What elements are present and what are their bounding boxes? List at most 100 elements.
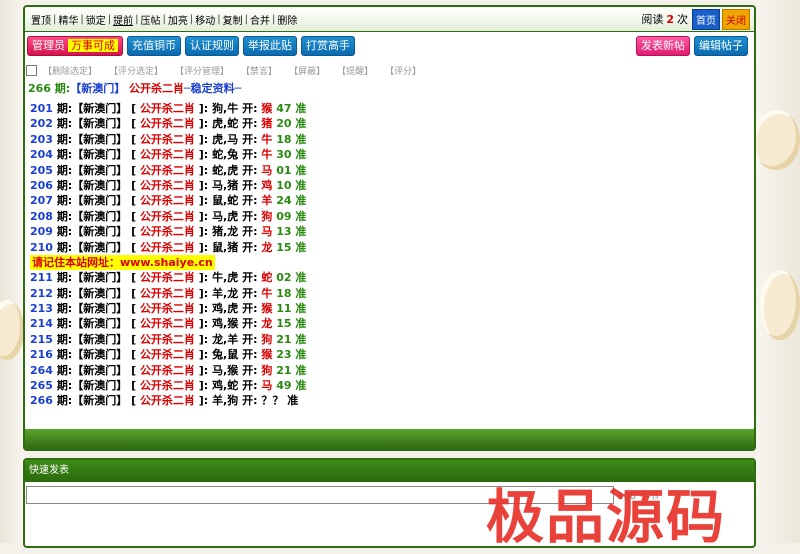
- row-win: 准: [295, 286, 307, 300]
- row-number: 30: [276, 148, 292, 162]
- row-result: 猴: [261, 302, 273, 316]
- row-number: 23: [276, 348, 292, 362]
- row-result: 马: [261, 225, 273, 239]
- row-period: 216: [30, 348, 53, 362]
- row-win: 准: [295, 117, 307, 131]
- row-number: 09: [276, 209, 292, 223]
- row-number: 11: [276, 302, 292, 316]
- row-result: 牛: [261, 286, 273, 300]
- row-number: 13: [276, 225, 292, 239]
- tool-copy[interactable]: 复制: [221, 12, 245, 27]
- row-result: 牛: [261, 148, 273, 162]
- tool-move[interactable]: 移动: [193, 12, 217, 27]
- view-counter: 阅读 2 次 首页 关闭: [641, 8, 750, 30]
- row-unit: 期:: [56, 163, 73, 177]
- row-win: 准: [295, 225, 307, 239]
- prediction-row: 212 期:【新澳门】 [ 公开杀二肖 ]: 羊,龙 开: 牛 18 准: [30, 286, 307, 300]
- row-open: 开:: [242, 363, 258, 377]
- prediction-list: 201 期:【新澳门】 [ 公开杀二肖 ]: 狗,牛 开: 猴 47 准 202 …: [25, 98, 754, 409]
- new-post-button[interactable]: 发表新帖: [636, 36, 690, 56]
- row-label: 公开杀二肖: [139, 348, 195, 362]
- prediction-row: 216 期:【新澳门】 [ 公开杀二肖 ]: 兔,鼠 开: 猴 23 准: [30, 348, 307, 362]
- row-number: 24: [276, 194, 292, 208]
- tool-lock[interactable]: 锁定: [84, 12, 108, 27]
- recharge-button[interactable]: 充值铜币: [127, 36, 181, 56]
- watermark-logo: 极品源码: [486, 483, 727, 551]
- mod-tools: 【删除选定】 【评分选定】 【评分管理】 【禁言】 【屏蔽】 【提醒】 【评分】: [25, 56, 754, 78]
- mod-remind[interactable]: 【提醒】: [337, 64, 373, 77]
- tool-merge[interactable]: 合并: [248, 12, 272, 27]
- action-bar: 管理员 万事可成 充值铜币 认证规则 举报此贴 打赏高手 发表新帖 编辑帖子: [25, 32, 754, 56]
- tool-sink[interactable]: 压帖: [139, 12, 163, 27]
- row-open: 开:: [242, 348, 258, 362]
- tool-bump[interactable]: 提前: [111, 12, 135, 27]
- row-open: 开:: [242, 148, 258, 162]
- row-unit: 期:: [56, 102, 73, 115]
- select-checkbox[interactable]: [26, 64, 37, 76]
- mod-rate-selected[interactable]: 【评分选定】: [109, 64, 163, 77]
- post-panel: 置顶 | 精华 | 锁定 | 提前 | 压帖 | 加亮 | 移动 | 复制 | 合并 | 删除 阅…: [23, 5, 756, 451]
- row-number: 49: [276, 379, 292, 393]
- row-unit: 期:: [56, 317, 73, 331]
- reward-button[interactable]: 打赏高手: [301, 36, 355, 56]
- admin-badge: 万事可成: [68, 39, 118, 52]
- row-label: 公开杀二肖: [139, 117, 195, 131]
- prediction-row: 201 期:【新澳门】 [ 公开杀二肖 ]: 狗,牛 开: 猴 47 准: [30, 102, 307, 115]
- row-win: 准: [295, 363, 307, 377]
- report-button[interactable]: 举报此贴: [243, 36, 297, 56]
- title-suffix: ─稳定资料─: [184, 82, 242, 95]
- tool-delete[interactable]: 删除: [275, 12, 299, 27]
- mod-rate[interactable]: 【评分】: [385, 64, 421, 77]
- tool-pin[interactable]: 置顶: [29, 12, 53, 27]
- row-open: 开:: [242, 394, 258, 408]
- row-open: 开:: [242, 117, 258, 131]
- row-win: 准: [295, 178, 307, 192]
- row-win: 准: [287, 394, 299, 408]
- row-unit: 期:: [56, 348, 73, 362]
- row-region: 【新澳门】: [72, 271, 128, 285]
- row-region: 【新澳门】: [72, 132, 128, 146]
- row-number: 18: [276, 286, 292, 300]
- row-number: 10: [276, 178, 292, 192]
- row-open: 开:: [242, 271, 258, 285]
- row-result: 猴: [261, 348, 273, 362]
- tool-digest[interactable]: 精华: [56, 12, 80, 27]
- row-period: 211: [30, 271, 53, 285]
- mod-block[interactable]: 【屏蔽】: [289, 64, 325, 77]
- row-region: 【新澳门】: [72, 178, 128, 192]
- tool-highlight[interactable]: 加亮: [166, 12, 190, 27]
- row-open: 开:: [242, 225, 258, 239]
- row-label: 公开杀二肖: [139, 240, 195, 254]
- mod-delete-selected[interactable]: 【删除选定】: [43, 64, 97, 77]
- row-period: 265: [30, 379, 53, 393]
- row-region: 【新澳门】: [72, 379, 128, 393]
- edit-post-button[interactable]: 编辑帖子: [694, 36, 748, 56]
- row-unit: 期:: [56, 117, 73, 131]
- row-win: 准: [295, 132, 307, 146]
- row-number: 15: [276, 240, 292, 254]
- row-zodiac: 鼠,猪: [212, 240, 239, 254]
- row-label: 公开杀二肖: [139, 332, 195, 346]
- row-result: ？？: [261, 394, 284, 408]
- row-period: 207: [30, 194, 53, 208]
- row-zodiac: 虎,马: [212, 132, 239, 146]
- home-button[interactable]: 首页: [692, 8, 720, 30]
- prediction-row: 203 期:【新澳门】 [ 公开杀二肖 ]: 虎,马 开: 牛 18 准: [30, 132, 307, 146]
- mod-mute[interactable]: 【禁言】: [241, 64, 277, 77]
- row-region: 【新澳门】: [72, 302, 128, 316]
- mod-rate-manage[interactable]: 【评分管理】: [175, 64, 229, 77]
- row-region: 【新澳门】: [72, 209, 128, 223]
- admin-button[interactable]: 管理员 万事可成: [27, 36, 123, 56]
- row-win: 准: [295, 302, 307, 316]
- row-region: 【新澳门】: [72, 102, 128, 115]
- prediction-row: 209 期:【新澳门】 [ 公开杀二肖 ]: 猪,龙 开: 马 13 准: [30, 225, 307, 239]
- row-period: 264: [30, 363, 53, 377]
- title-period: 266 期:: [28, 82, 71, 95]
- row-unit: 期:: [56, 332, 73, 346]
- prediction-row: 208 期:【新澳门】 [ 公开杀二肖 ]: 马,虎 开: 狗 09 准: [30, 209, 307, 223]
- verify-rules-button[interactable]: 认证规则: [185, 36, 239, 56]
- close-button[interactable]: 关闭: [722, 8, 750, 30]
- row-label: 公开杀二肖: [139, 102, 195, 115]
- row-open: 开:: [242, 286, 258, 300]
- row-win: 准: [295, 332, 307, 346]
